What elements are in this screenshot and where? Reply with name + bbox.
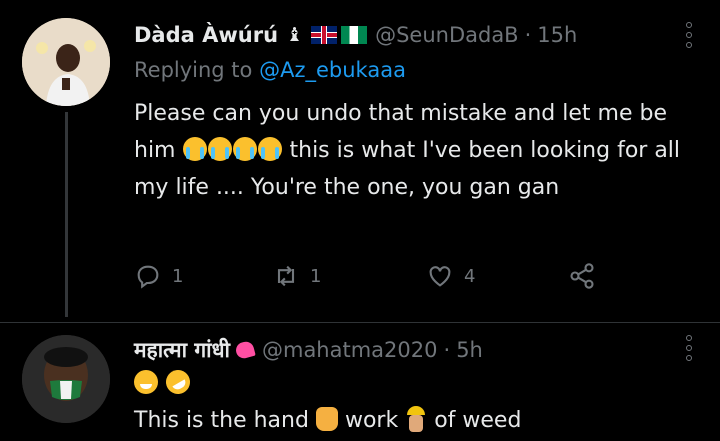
emoji-line bbox=[134, 365, 694, 402]
loudly-crying-face-icon bbox=[207, 137, 232, 161]
reply-count: 1 bbox=[172, 265, 184, 287]
two-hearts-icon bbox=[234, 339, 256, 361]
thread-line bbox=[65, 112, 68, 317]
replying-to-label: Replying to bbox=[134, 58, 253, 82]
uk-flag-icon bbox=[311, 26, 338, 44]
tweet-header: महात्मा गांधी @mahatma2020 · 5h bbox=[134, 335, 483, 365]
grinning-face-icon bbox=[134, 370, 158, 394]
display-name[interactable]: महात्मा गांधी bbox=[134, 336, 230, 364]
user-handle[interactable]: @mahatma2020 bbox=[262, 338, 438, 362]
chess-bishop-icon: ♝ bbox=[286, 24, 304, 46]
waving-hand-icon bbox=[315, 407, 338, 431]
display-name[interactable]: Dàda Àwúrú bbox=[134, 23, 278, 47]
text-line: This is the hand work of weed bbox=[134, 402, 694, 439]
nigeria-flag-icon bbox=[341, 26, 368, 44]
more-options-icon[interactable] bbox=[686, 335, 692, 361]
loudly-crying-face-icon bbox=[182, 137, 207, 161]
retweet-count: 1 bbox=[310, 265, 322, 287]
reply-button[interactable]: 1 bbox=[134, 262, 183, 290]
replying-to: Replying to @Az_ebukaaa bbox=[134, 58, 406, 82]
separator-dot: · bbox=[524, 23, 532, 47]
user-handle[interactable]: @SeunDadaB bbox=[375, 23, 519, 47]
rolling-on-floor-laughing-icon bbox=[161, 365, 195, 399]
separator-dot: · bbox=[443, 338, 451, 362]
share-icon bbox=[570, 263, 594, 289]
tweet-text-part: This is the hand bbox=[134, 408, 309, 433]
loudly-crying-face-icon bbox=[232, 137, 257, 161]
tweet-1[interactable]: Dàda Àwúrú ♝ @SeunDadaB · 15h Replying t… bbox=[0, 0, 720, 322]
replying-to-handle[interactable]: @Az_ebukaaa bbox=[259, 58, 406, 82]
timestamp[interactable]: 15h bbox=[537, 23, 577, 47]
tweet-actions: 1 1 4 bbox=[134, 262, 604, 292]
tweet-text: Please can you undo that mistake and let… bbox=[134, 95, 694, 206]
reply-icon bbox=[137, 265, 159, 289]
avatar[interactable] bbox=[22, 335, 110, 423]
loudly-crying-face-icon bbox=[257, 137, 282, 161]
like-button[interactable]: 4 bbox=[426, 262, 475, 290]
more-options-icon[interactable] bbox=[686, 22, 692, 48]
tweet-text-part: work bbox=[344, 408, 399, 433]
tweet-2[interactable]: महात्मा गांधी @mahatma2020 · 5h This is … bbox=[0, 323, 720, 441]
share-button[interactable] bbox=[568, 262, 596, 290]
tweet-text-part: of weed bbox=[434, 408, 522, 433]
tweet-header: Dàda Àwúrú ♝ @SeunDadaB · 15h bbox=[134, 20, 577, 50]
like-count: 4 bbox=[464, 265, 476, 287]
avatar[interactable] bbox=[22, 18, 110, 106]
tweet-text: This is the hand work of weed bbox=[134, 365, 694, 439]
retweet-icon bbox=[277, 265, 295, 287]
heart-icon bbox=[429, 266, 451, 287]
retweet-button[interactable]: 1 bbox=[272, 262, 321, 290]
construction-worker-icon bbox=[405, 406, 427, 432]
timestamp[interactable]: 5h bbox=[456, 338, 483, 362]
